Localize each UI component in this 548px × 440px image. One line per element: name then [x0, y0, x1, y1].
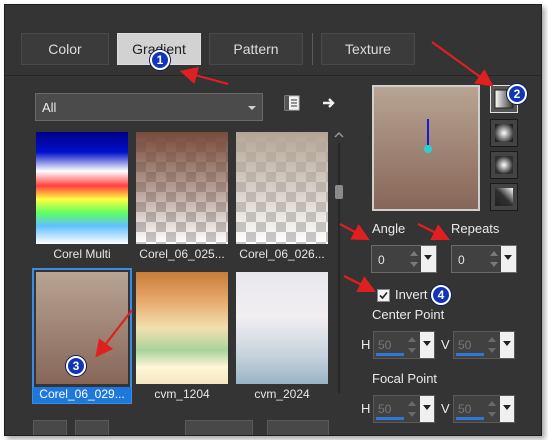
- step-marker-3: 3: [66, 356, 86, 376]
- annotation-arrow: [179, 66, 229, 86]
- step-marker-1: 1: [150, 50, 170, 70]
- annotation-arrow: [417, 223, 450, 240]
- step-marker-2: 2: [507, 84, 527, 104]
- annotation-arrow: [339, 223, 370, 241]
- annotation-arrow: [431, 41, 494, 87]
- annotation-arrow: [95, 309, 133, 358]
- step-marker-4: 4: [431, 285, 451, 305]
- annotation-arrow: [343, 275, 376, 292]
- annotation-arrows: [95, 41, 494, 358]
